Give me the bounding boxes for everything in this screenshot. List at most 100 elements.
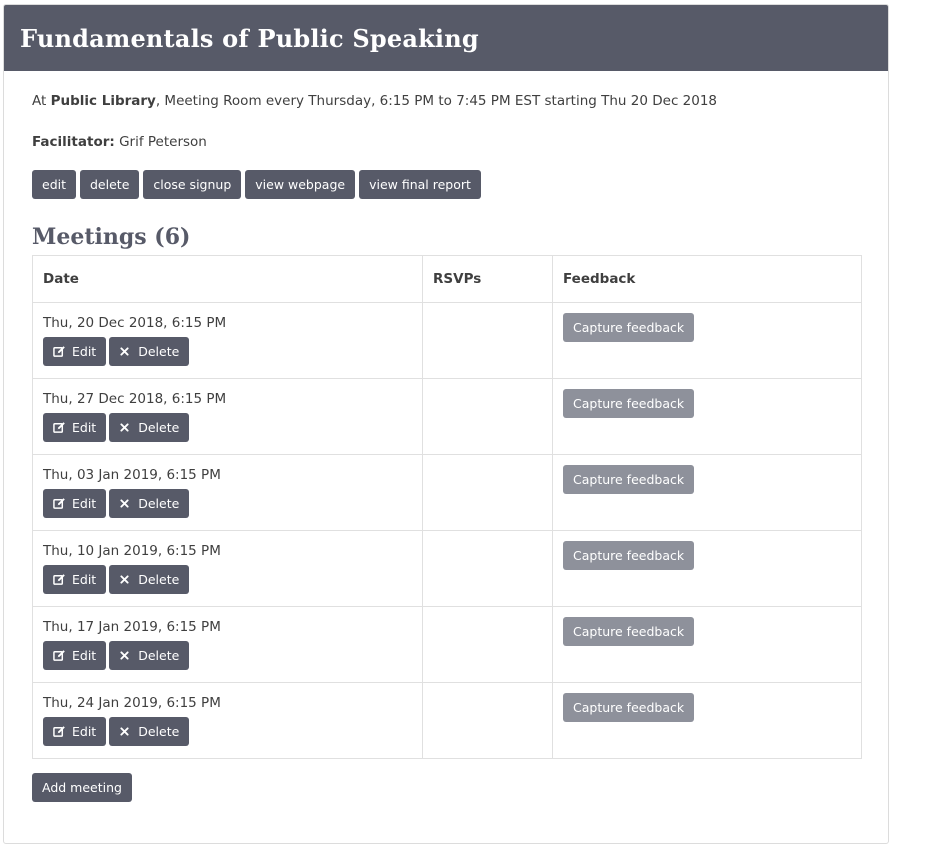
edit-square-icon bbox=[53, 649, 67, 663]
info-details: , Meeting Room every Thursday, 6:15 PM t… bbox=[155, 93, 718, 109]
column-date: Date bbox=[32, 255, 423, 303]
meeting-rsvps bbox=[422, 302, 553, 379]
capture-feedback-button[interactable]: Capture feedback bbox=[563, 389, 695, 418]
capture-feedback-button[interactable]: Capture feedback bbox=[563, 541, 695, 570]
meeting-actions: Edit Delete bbox=[43, 413, 412, 442]
edit-meeting-button[interactable]: Edit bbox=[43, 565, 107, 594]
meeting-feedback-cell: Capture feedback bbox=[552, 606, 862, 683]
edit-square-icon bbox=[53, 497, 67, 511]
meeting-date: Thu, 20 Dec 2018, 6:15 PM bbox=[43, 315, 227, 331]
edit-square-icon bbox=[53, 421, 67, 435]
edit-square-icon bbox=[53, 345, 67, 359]
meetings-table: Date RSVPs Feedback Thu, 20 Dec 2018, 6:… bbox=[32, 255, 862, 759]
group-actions: edit delete close signup view webpage vi… bbox=[32, 170, 860, 199]
delete-button[interactable]: delete bbox=[80, 170, 140, 199]
meeting-rsvps bbox=[422, 378, 553, 455]
facilitator-label: Facilitator: bbox=[32, 134, 115, 150]
table-row: Thu, 10 Jan 2019, 6:15 PM Edit Delete Captu… bbox=[32, 530, 862, 607]
table-row: Thu, 20 Dec 2018, 6:15 PM Edit Delete Captu… bbox=[32, 302, 862, 379]
close-x-icon bbox=[119, 345, 133, 359]
delete-meeting-button[interactable]: Delete bbox=[109, 413, 190, 442]
meeting-date-cell: Thu, 20 Dec 2018, 6:15 PM Edit Delete bbox=[32, 302, 423, 379]
meetings-table-body: Thu, 20 Dec 2018, 6:15 PM Edit Delete Captu… bbox=[32, 302, 862, 759]
meeting-date-cell: Thu, 24 Jan 2019, 6:15 PM Edit Delete bbox=[32, 682, 423, 759]
edit-meeting-label: Edit bbox=[72, 724, 97, 739]
delete-meeting-label: Delete bbox=[138, 724, 180, 739]
edit-square-icon bbox=[53, 725, 67, 739]
capture-feedback-button[interactable]: Capture feedback bbox=[563, 465, 695, 494]
table-row: Thu, 03 Jan 2019, 6:15 PM Edit Delete Captu… bbox=[32, 454, 862, 531]
meeting-actions: Edit Delete bbox=[43, 641, 412, 670]
edit-meeting-label: Edit bbox=[72, 648, 97, 663]
meeting-date-cell: Thu, 27 Dec 2018, 6:15 PM Edit Delete bbox=[32, 378, 423, 455]
meeting-date-cell: Thu, 03 Jan 2019, 6:15 PM Edit Delete bbox=[32, 454, 423, 531]
meeting-date: Thu, 17 Jan 2019, 6:15 PM bbox=[43, 619, 221, 635]
edit-meeting-label: Edit bbox=[72, 420, 97, 435]
meeting-actions: Edit Delete bbox=[43, 489, 412, 518]
edit-meeting-button[interactable]: Edit bbox=[43, 413, 107, 442]
meeting-rsvps bbox=[422, 682, 553, 759]
page-title: Fundamentals of Public Speaking bbox=[20, 23, 479, 53]
meeting-feedback-cell: Capture feedback bbox=[552, 302, 862, 379]
edit-meeting-button[interactable]: Edit bbox=[43, 717, 107, 746]
meetings-heading: Meetings (6) bbox=[32, 224, 191, 250]
meeting-feedback-cell: Capture feedback bbox=[552, 530, 862, 607]
meeting-rsvps bbox=[422, 454, 553, 531]
delete-meeting-label: Delete bbox=[138, 420, 180, 435]
facilitator-line: Facilitator: Grif Peterson bbox=[32, 132, 860, 152]
info-prefix: At bbox=[32, 93, 47, 109]
venue-name: Public Library bbox=[50, 93, 156, 109]
meeting-actions: Edit Delete bbox=[43, 717, 412, 746]
capture-feedback-button[interactable]: Capture feedback bbox=[563, 693, 695, 722]
meeting-rsvps bbox=[422, 530, 553, 607]
delete-meeting-button[interactable]: Delete bbox=[109, 717, 190, 746]
edit-meeting-button[interactable]: Edit bbox=[43, 641, 107, 670]
meeting-rsvps bbox=[422, 606, 553, 683]
meeting-date: Thu, 10 Jan 2019, 6:15 PM bbox=[43, 543, 221, 559]
meeting-date: Thu, 24 Jan 2019, 6:15 PM bbox=[43, 695, 221, 711]
delete-meeting-label: Delete bbox=[138, 572, 180, 587]
meeting-feedback-cell: Capture feedback bbox=[552, 378, 862, 455]
card-header: Fundamentals of Public Speaking bbox=[4, 5, 888, 71]
table-header-row: Date RSVPs Feedback bbox=[32, 255, 862, 303]
edit-meeting-button[interactable]: Edit bbox=[43, 337, 107, 366]
delete-meeting-button[interactable]: Delete bbox=[109, 337, 190, 366]
meeting-feedback-cell: Capture feedback bbox=[552, 454, 862, 531]
close-x-icon bbox=[119, 725, 133, 739]
edit-meeting-label: Edit bbox=[72, 572, 97, 587]
close-x-icon bbox=[119, 649, 133, 663]
meeting-actions: Edit Delete bbox=[43, 565, 412, 594]
edit-meeting-button[interactable]: Edit bbox=[43, 489, 107, 518]
card-body: At Public Library, Meeting Room every Th… bbox=[4, 91, 888, 802]
view-webpage-button[interactable]: view webpage bbox=[245, 170, 356, 199]
study-group-card: Fundamentals of Public Speaking At Publi… bbox=[3, 4, 889, 844]
meeting-info: At Public Library, Meeting Room every Th… bbox=[32, 91, 860, 111]
add-meeting-button[interactable]: Add meeting bbox=[32, 773, 132, 802]
capture-feedback-button[interactable]: Capture feedback bbox=[563, 313, 695, 342]
edit-button[interactable]: edit bbox=[32, 170, 76, 199]
meeting-actions: Edit Delete bbox=[43, 337, 412, 366]
meeting-date: Thu, 03 Jan 2019, 6:15 PM bbox=[43, 467, 221, 483]
close-x-icon bbox=[119, 573, 133, 587]
facilitator-name: Grif Peterson bbox=[119, 134, 207, 150]
table-row: Thu, 24 Jan 2019, 6:15 PM Edit Delete Captu… bbox=[32, 682, 862, 759]
delete-meeting-button[interactable]: Delete bbox=[109, 565, 190, 594]
close-x-icon bbox=[119, 421, 133, 435]
meeting-date-cell: Thu, 10 Jan 2019, 6:15 PM Edit Delete bbox=[32, 530, 423, 607]
column-rsvps: RSVPs bbox=[422, 255, 553, 303]
table-row: Thu, 27 Dec 2018, 6:15 PM Edit Delete Captu… bbox=[32, 378, 862, 455]
delete-meeting-label: Delete bbox=[138, 344, 180, 359]
view-final-report-button[interactable]: view final report bbox=[359, 170, 481, 199]
meeting-feedback-cell: Capture feedback bbox=[552, 682, 862, 759]
edit-meeting-label: Edit bbox=[72, 496, 97, 511]
close-x-icon bbox=[119, 497, 133, 511]
capture-feedback-button[interactable]: Capture feedback bbox=[563, 617, 695, 646]
delete-meeting-button[interactable]: Delete bbox=[109, 641, 190, 670]
meeting-date: Thu, 27 Dec 2018, 6:15 PM bbox=[43, 391, 227, 407]
delete-meeting-button[interactable]: Delete bbox=[109, 489, 190, 518]
delete-meeting-label: Delete bbox=[138, 648, 180, 663]
edit-square-icon bbox=[53, 573, 67, 587]
meeting-date-cell: Thu, 17 Jan 2019, 6:15 PM Edit Delete bbox=[32, 606, 423, 683]
column-feedback: Feedback bbox=[552, 255, 862, 303]
close-signup-button[interactable]: close signup bbox=[143, 170, 242, 199]
